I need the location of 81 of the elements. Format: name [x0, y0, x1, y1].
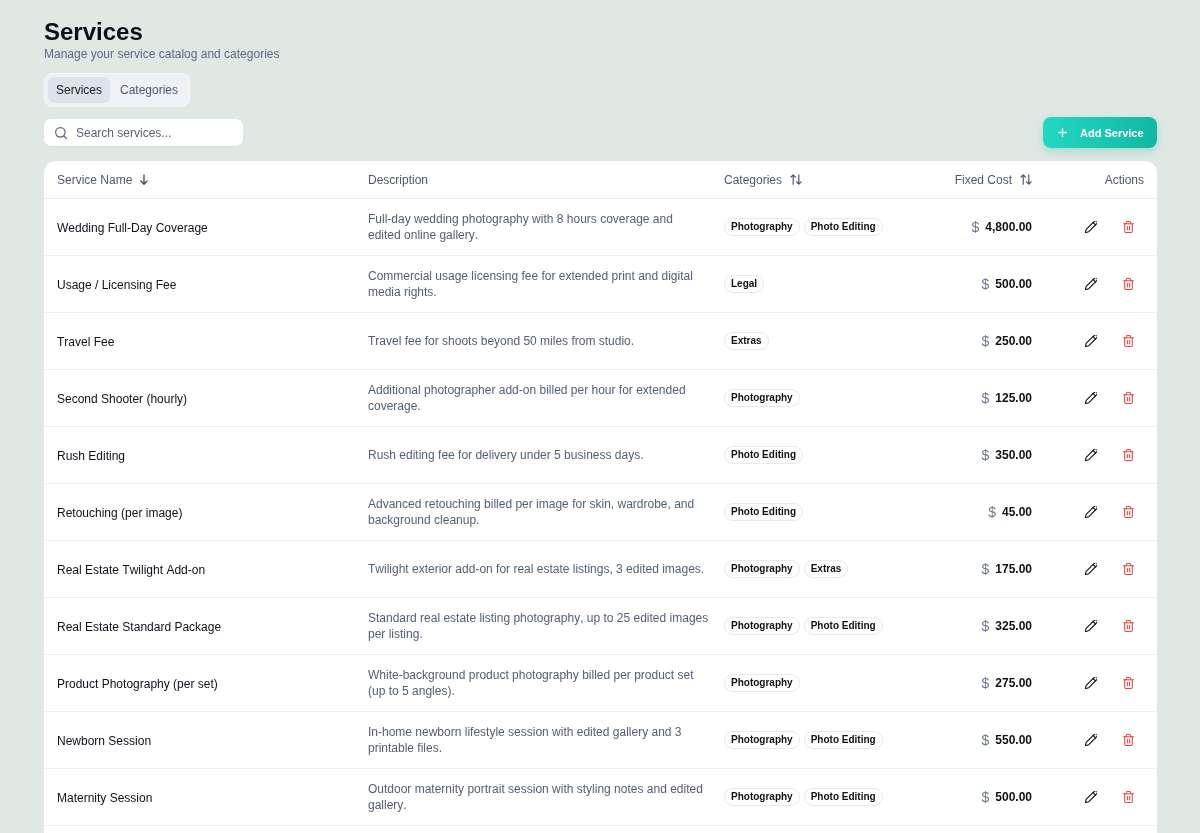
- plus-icon: [1058, 128, 1067, 137]
- currency-symbol: $: [971, 219, 980, 235]
- service-description: Rush editing fee for delivery under 5 business days.: [368, 447, 645, 463]
- currency-symbol: $: [981, 789, 990, 805]
- pencil-icon: [1085, 506, 1097, 518]
- pencil-icon: [1085, 278, 1097, 290]
- cost-amount: 250.00: [995, 334, 1032, 348]
- pencil-icon: [1085, 392, 1097, 404]
- column-header: Actions: [1104, 172, 1144, 187]
- page-subtitle: Manage your service catalog and categories: [44, 47, 280, 61]
- pencil-icon: [1085, 563, 1097, 575]
- service-description: Travel fee for shoots beyond 50 miles from studio.: [368, 333, 636, 349]
- currency-symbol: $: [981, 447, 990, 463]
- sort-icon[interactable]: [790, 174, 803, 185]
- service-name: Wedding Full-Day Coverage: [57, 221, 208, 235]
- trash-icon: [1122, 221, 1134, 233]
- service-name: Usage / Licensing Fee: [57, 278, 177, 292]
- currency-symbol: $: [981, 276, 990, 292]
- sort-icon[interactable]: [1020, 174, 1032, 185]
- sort-down-icon[interactable]: [140, 174, 149, 185]
- trash-icon: [1122, 392, 1134, 404]
- service-description: White-background product photography billed per product set (up to 5 angles).: [368, 667, 695, 699]
- service-description: Outdoor maternity portrait session with styling notes and edited gallery.: [368, 781, 704, 813]
- cost-amount: 500.00: [995, 790, 1032, 804]
- trash-icon: [1122, 734, 1134, 746]
- column-header: Fixed Cost: [954, 172, 1012, 187]
- service-name: Maternity Session: [57, 791, 153, 805]
- service-name: Retouching (per image): [57, 506, 183, 520]
- page-title: Services: [44, 17, 143, 47]
- column-header: Description: [368, 172, 429, 187]
- service-name: Newborn Session: [57, 734, 152, 748]
- service-description: Advanced retouching billed per image for skin, wardrobe, and background cleanup.: [368, 496, 696, 528]
- service-description: In-home newborn lifestyle session with edited gallery and 3 printable files.: [368, 724, 683, 756]
- trash-icon: [1122, 677, 1134, 689]
- trash-icon: [1122, 791, 1134, 803]
- service-description: Standard real estate listing photography, up to 25 edited images per listing.: [368, 610, 709, 642]
- service-name: Travel Fee: [57, 335, 115, 349]
- tab[interactable]: Services: [48, 77, 110, 103]
- currency-symbol: $: [981, 618, 990, 634]
- search-field[interactable]: Search services...: [44, 119, 243, 146]
- currency-symbol: $: [981, 333, 990, 349]
- service-description: Twilight exterior add-on for real estate listings, 3 edited images.: [368, 561, 706, 577]
- trash-icon: [1122, 449, 1134, 461]
- service-name: Rush Editing: [57, 449, 126, 463]
- pencil-icon: [1085, 449, 1097, 461]
- currency-symbol: $: [981, 561, 990, 577]
- search-icon: [55, 127, 67, 139]
- service-name: Real Estate Standard Package: [57, 620, 222, 634]
- pencil-icon: [1085, 677, 1097, 689]
- tab[interactable]: Categories: [112, 77, 187, 103]
- pencil-icon: [1085, 221, 1097, 233]
- pencil-icon: [1085, 791, 1097, 803]
- currency-symbol: $: [981, 732, 990, 748]
- pencil-icon: [1085, 620, 1097, 632]
- column-header: Service Name: [57, 172, 133, 187]
- cost-amount: 550.00: [995, 733, 1032, 747]
- pencil-icon: [1085, 335, 1097, 347]
- cost-amount: 350.00: [995, 448, 1032, 462]
- service-name: Real Estate Twilight Add-on: [57, 563, 206, 577]
- cost-amount: 125.00: [995, 391, 1032, 405]
- cost-amount: 325.00: [995, 619, 1032, 633]
- service-name: Product Photography (per set): [57, 677, 218, 691]
- trash-icon: [1122, 620, 1134, 632]
- trash-icon: [1122, 506, 1134, 518]
- cost-amount: 175.00: [995, 562, 1032, 576]
- cost-amount: 500.00: [995, 277, 1032, 291]
- pencil-icon: [1085, 734, 1097, 746]
- service-description: Additional photographer add-on billed per hour for extended coverage.: [368, 382, 687, 414]
- currency-symbol: $: [981, 390, 990, 406]
- cost-amount: 45.00: [1001, 505, 1032, 519]
- currency-symbol: $: [988, 504, 996, 520]
- service-description: Commercial usage licensing fee for extended print and digital media rights.: [368, 268, 694, 300]
- cost-amount: 275.00: [995, 676, 1032, 690]
- cost-amount: 4,800.00: [985, 220, 1032, 234]
- column-header: Categories: [724, 172, 783, 187]
- trash-icon: [1122, 278, 1134, 290]
- trash-icon: [1122, 563, 1134, 575]
- service-name: Second Shooter (hourly): [57, 392, 188, 406]
- service-description: Full-day wedding photography with 8 hours coverage and edited online gallery.: [368, 211, 674, 243]
- trash-icon: [1122, 335, 1134, 347]
- currency-symbol: $: [981, 675, 990, 691]
